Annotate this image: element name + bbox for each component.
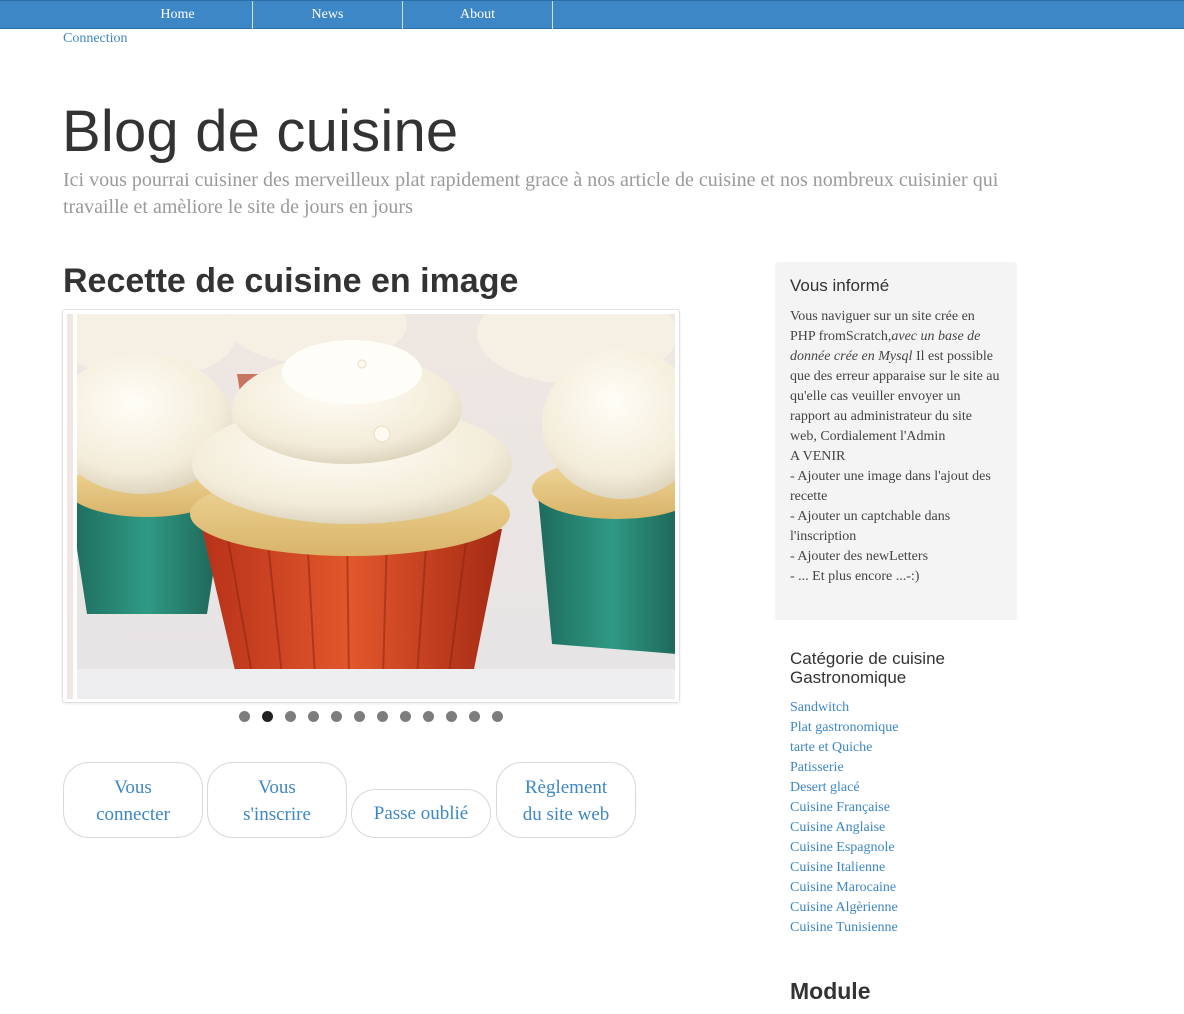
category-link[interactable]: Cuisine Française bbox=[790, 798, 899, 818]
rules-label-1: Règlement bbox=[524, 777, 608, 798]
register-button[interactable]: Vous s'inscrire bbox=[207, 762, 347, 838]
login-button[interactable]: Vous connecter bbox=[63, 762, 203, 838]
carousel-dot[interactable] bbox=[262, 711, 273, 722]
image-carousel[interactable] bbox=[62, 309, 680, 703]
carousel-dot[interactable] bbox=[400, 711, 411, 722]
nav-news-link[interactable]: News bbox=[253, 1, 403, 29]
avenir-item: - Ajouter des newLetters bbox=[790, 549, 929, 564]
categories-title-line1: Catégorie de cuisine bbox=[790, 649, 945, 668]
avenir-item: - Ajouter une image dans l'ajout des rec… bbox=[790, 469, 991, 504]
category-link[interactable]: Cuisine Tunisienne bbox=[790, 918, 899, 938]
categories-title: Catégorie de cuisine Gastronomique bbox=[790, 649, 945, 687]
register-label-1: Vous bbox=[258, 777, 296, 798]
category-link[interactable]: Desert glacé bbox=[790, 778, 899, 798]
carousel-dot[interactable] bbox=[423, 711, 434, 722]
cupcakes-illustration bbox=[77, 314, 675, 699]
carousel-dot[interactable] bbox=[377, 711, 388, 722]
avenir-item: - Ajouter un captchable dans l'inscripti… bbox=[790, 509, 951, 544]
category-link[interactable]: Sandwitch bbox=[790, 698, 899, 718]
category-link[interactable]: Patisserie bbox=[790, 758, 899, 778]
site-rules-button[interactable]: Règlement du site web bbox=[496, 762, 636, 838]
carousel-dot[interactable] bbox=[331, 711, 342, 722]
carousel-dot[interactable] bbox=[285, 711, 296, 722]
info-box: Vous informé Vous naviguer sur un site c… bbox=[775, 262, 1017, 620]
login-label-1: Vous bbox=[114, 777, 152, 798]
forgot-label: Passe oublié bbox=[373, 803, 469, 824]
register-label-2: s'inscrire bbox=[243, 804, 311, 825]
category-link[interactable]: tarte et Quiche bbox=[790, 738, 899, 758]
info-box-title: Vous informé bbox=[790, 276, 890, 295]
avenir-title: A VENIR bbox=[790, 449, 846, 464]
rules-label-2: du site web bbox=[522, 804, 610, 825]
category-link[interactable]: Cuisine Espagnole bbox=[790, 838, 899, 858]
avenir-item: - ... Et plus encore ...-:) bbox=[790, 569, 920, 584]
site-title: Blog de cuisine bbox=[62, 99, 459, 164]
category-link[interactable]: Cuisine Algèrienne bbox=[790, 898, 899, 918]
connection-link[interactable]: Connection bbox=[63, 31, 128, 47]
carousel-dot[interactable] bbox=[492, 711, 503, 722]
carousel-dot[interactable] bbox=[354, 711, 365, 722]
categories-title-line2: Gastronomique bbox=[790, 668, 907, 687]
module-title: Module bbox=[790, 978, 871, 1004]
carousel-image-cupcakes bbox=[77, 314, 675, 699]
category-link[interactable]: Cuisine Marocaine bbox=[790, 878, 899, 898]
nav-about-link[interactable]: About bbox=[403, 1, 553, 29]
carousel-dot[interactable] bbox=[239, 711, 250, 722]
site-subtitle: Ici vous pourrai cuisiner des merveilleu… bbox=[63, 169, 999, 218]
category-link[interactable]: Cuisine Anglaise bbox=[790, 818, 899, 838]
section-title: Recette de cuisine en image bbox=[63, 262, 519, 300]
category-list: Sandwitch Plat gastronomique tarte et Qu… bbox=[790, 698, 899, 938]
carousel-edge bbox=[67, 314, 73, 699]
nav-home-link[interactable]: Home bbox=[103, 1, 253, 29]
carousel-dot[interactable] bbox=[446, 711, 457, 722]
top-nav-bar: Home News About bbox=[0, 0, 1184, 29]
carousel-dot[interactable] bbox=[469, 711, 480, 722]
forgot-password-button[interactable]: Passe oublié bbox=[351, 789, 491, 838]
carousel-dot[interactable] bbox=[308, 711, 319, 722]
category-link[interactable]: Cuisine Italienne bbox=[790, 858, 899, 878]
login-label-2: connecter bbox=[96, 804, 170, 825]
category-link[interactable]: Plat gastronomique bbox=[790, 718, 899, 738]
info-box-text: Vous naviguer sur un site crée en PHP fr… bbox=[790, 307, 1002, 587]
